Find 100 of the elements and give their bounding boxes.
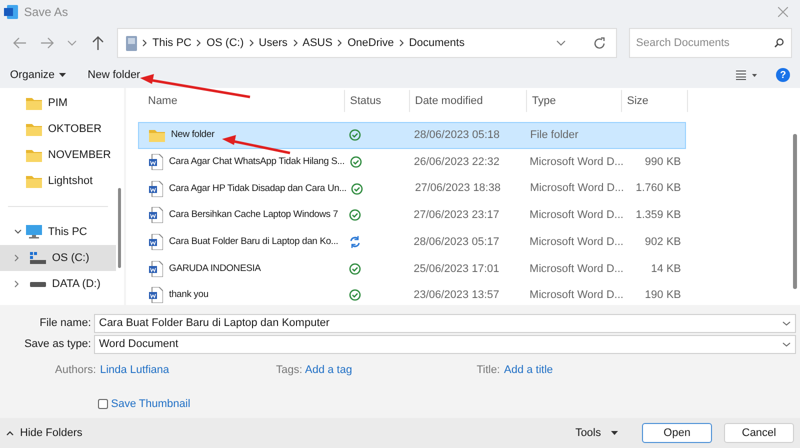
breadcrumb-item[interactable]: ASUS	[302, 34, 332, 52]
date-cell-text: 25/06/2023 17:01	[412, 262, 500, 277]
document-icon	[149, 207, 163, 224]
file-row[interactable]: GARUDA INDONESIA 25/06/2023 17:01 Microsoft Word D... 14 KB	[138, 255, 686, 282]
up-arrow-icon	[92, 36, 104, 50]
date-cell-text: 27/06/2023 18:38	[414, 181, 502, 196]
forward-arrow-icon	[40, 36, 54, 50]
type-cell-text: Microsoft Word D...	[528, 234, 620, 250]
document-icon	[149, 234, 163, 250]
checkbox[interactable]	[98, 399, 108, 410]
file-name: New folder	[171, 128, 214, 142]
file-name: Cara Bersihkan Cache Laptop Windows 7	[169, 208, 338, 222]
search-field[interactable]: Search Documents	[629, 28, 792, 58]
column-header[interactable]: Type	[527, 90, 622, 112]
metadata-link[interactable]: Add a title	[504, 362, 553, 378]
search-icon	[774, 38, 784, 48]
chevron-right-icon	[142, 39, 148, 47]
column-header[interactable]: Status	[345, 90, 410, 112]
sidebar-item[interactable]: OS (C:)	[0, 245, 116, 271]
date-cell-text: 27/06/2023 23:17	[412, 208, 500, 224]
size-cell-text: 1.760 KB	[636, 181, 681, 196]
size-cell-text: 990 KB	[644, 154, 681, 170]
file-row[interactable]: Cara Bersihkan Cache Laptop Windows 7 27/06/2023 23:17 Microsoft Word D... 1.359 KB	[138, 202, 686, 229]
file-row[interactable]: Cara Agar HP Tidak Disadap dan Cara Un... 27/06/2023 18:38 Microsoft Word D... 1.760 KB	[138, 175, 686, 202]
app-icon	[4, 5, 18, 19]
help-button[interactable]: ?	[776, 68, 790, 82]
window-title: Save As	[24, 4, 68, 21]
chevron-right-icon	[196, 39, 202, 47]
type-cell-text: Microsoft Word D...	[528, 288, 620, 304]
file-name-field[interactable]: Cara Buat Folder Baru di Laptop dan Komputer	[94, 314, 796, 333]
breadcrumb-item[interactable]: Documents	[408, 34, 465, 52]
column-header[interactable]: Size	[622, 90, 688, 112]
new-folder-button[interactable]: New folder	[88, 66, 140, 84]
chevron-right-icon	[292, 39, 298, 47]
drive-icon	[30, 282, 46, 286]
document-icon	[149, 180, 163, 197]
column-header[interactable]: Name	[138, 90, 345, 112]
folder-icon	[26, 122, 42, 136]
breadcrumb-item[interactable]: Users	[258, 34, 288, 52]
refresh-icon	[593, 36, 606, 50]
view-menu-icon	[736, 70, 758, 80]
document-icon	[149, 260, 163, 277]
type-cell-text: Microsoft Word D...	[528, 154, 620, 170]
file-name: GARUDA INDONESIA	[169, 262, 261, 276]
folder-icon	[26, 96, 42, 110]
metadata-label: Authors:	[54, 362, 97, 378]
file-type-dropdown[interactable]: Word Document	[94, 335, 796, 354]
date-cell-text: 28/06/2023 05:17	[412, 234, 500, 250]
checkbox-label[interactable]: Save Thumbnail	[111, 396, 190, 412]
sidebar-item[interactable]: This PC	[0, 219, 116, 245]
type-cell-text: Microsoft Word D...	[528, 208, 620, 224]
tools-button[interactable]: Tools	[575, 424, 618, 442]
scrollbar-thumb[interactable]	[118, 188, 121, 268]
chevron-right-icon	[248, 39, 254, 47]
file-name: Cara Agar HP Tidak Disadap dan Cara Un...	[169, 182, 347, 196]
monitor-icon	[26, 225, 42, 239]
hide-folders-button[interactable]: Hide Folders	[6, 424, 82, 442]
breadcrumb-item[interactable]: OneDrive	[347, 34, 394, 52]
file-row[interactable]: New folder 28/06/2023 05:18 File folder	[138, 122, 686, 149]
organize-button[interactable]: Organize	[10, 66, 66, 84]
cancel-button[interactable]: Cancel	[724, 423, 794, 443]
metadata-link[interactable]: Linda Lutfiana	[100, 362, 170, 378]
breadcrumb-item[interactable]: OS (C:)	[206, 34, 244, 52]
sidebar-item[interactable]: OKTOBER	[0, 116, 116, 142]
annotation-arrow	[222, 135, 290, 154]
chevron-down-icon	[556, 40, 566, 46]
caret-icon	[58, 73, 66, 77]
file-name: Cara Agar Chat WhatsApp Tidak Hilang S...	[169, 154, 345, 169]
folder-icon	[26, 148, 42, 162]
address-bar[interactable]: This PC OS (C:) Users ASUS OneDrive Documents	[117, 28, 618, 58]
size-cell-text: 14 KB	[651, 262, 682, 277]
sidebar-item[interactable]: Lightshot	[0, 168, 116, 194]
size-cell-text: 190 KB	[644, 288, 682, 304]
metadata-link[interactable]: Add a tag	[305, 362, 352, 378]
file-name: Cara Buat Folder Baru di Laptop dan Ko...	[169, 234, 338, 249]
drive-icon	[30, 252, 46, 264]
date-cell-text: 23/06/2023 13:57	[412, 288, 500, 304]
caret-icon	[6, 430, 14, 436]
size-cell-text: 902 KB	[644, 234, 682, 250]
chevron-down-icon	[67, 40, 78, 46]
chevron-right-icon	[337, 39, 342, 47]
metadata-label: Tags:	[276, 362, 304, 378]
back-arrow-icon	[12, 36, 27, 50]
breadcrumb-item[interactable]: This PC	[152, 34, 192, 52]
column-header[interactable]: Date modified	[410, 90, 527, 112]
sidebar-item[interactable]: DATA (D:)	[0, 271, 116, 297]
file-row[interactable]: Cara Agar Chat WhatsApp Tidak Hilang S... 26/06/2023 22:32 Microsoft Word D... 990 KB	[138, 148, 686, 176]
date-cell-text: 28/06/2023 05:18	[413, 128, 501, 144]
field-label: File name:	[38, 316, 92, 332]
caret-icon	[611, 431, 618, 435]
open-button[interactable]: Open	[642, 423, 712, 443]
metadata-label: Title:	[476, 362, 501, 378]
sidebar-item[interactable]: PIM	[0, 90, 116, 116]
sidebar-item[interactable]: NOVEMBER	[0, 142, 116, 168]
file-row[interactable]: Cara Buat Folder Baru di Laptop dan Ko... 28/06/2023 05:17 Microsoft Word D... 902 KB	[138, 228, 686, 256]
chevron-down-icon	[782, 321, 791, 326]
pc-icon	[126, 36, 138, 50]
scrollbar-thumb[interactable]	[793, 134, 797, 289]
file-row[interactable]: thank you 23/06/2023 13:57 Microsoft Word D... 190 KB	[138, 282, 686, 309]
type-cell-text: Microsoft Word D...	[528, 262, 620, 277]
